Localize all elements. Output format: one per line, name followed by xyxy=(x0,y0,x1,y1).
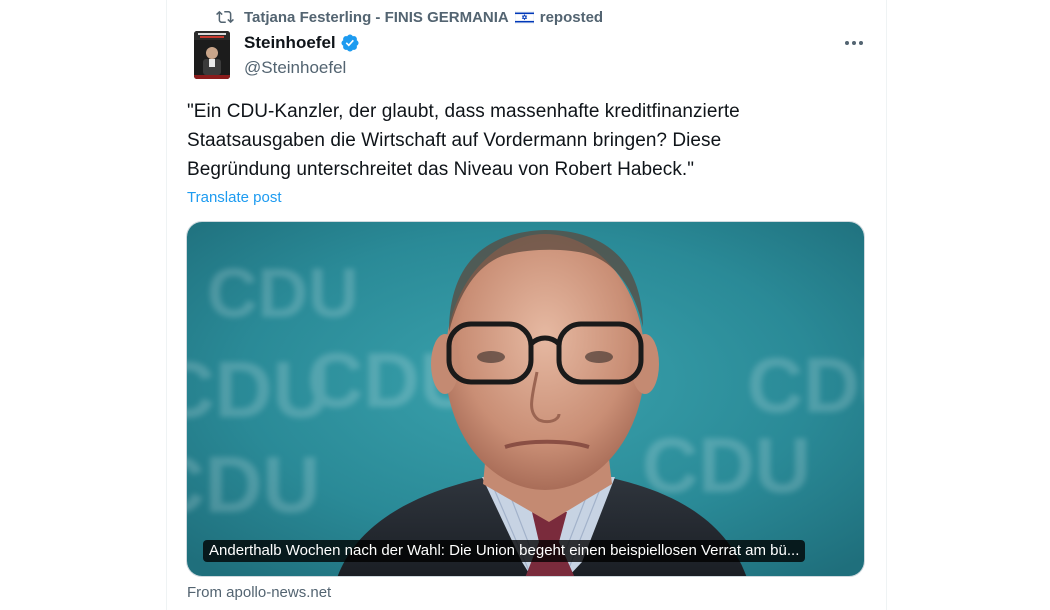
translate-post-link[interactable]: Translate post xyxy=(187,188,282,208)
reposter-name[interactable]: Tatjana Festerling - FINIS GERMANIA xyxy=(244,9,509,26)
verified-badge-icon[interactable] xyxy=(340,33,360,53)
avatar[interactable] xyxy=(194,31,230,79)
repost-label: reposted xyxy=(539,8,604,26)
repost-header[interactable]: Tatjana Festerling - FINIS GERMANIA repo… xyxy=(216,8,603,26)
israel-flag-icon xyxy=(514,10,534,24)
repost-icon xyxy=(216,10,234,24)
backdrop-text-1: CDU xyxy=(207,254,359,332)
more-options-button[interactable] xyxy=(836,30,872,56)
link-card-image[interactable]: CDU CDU CDU CDU CDU CDU xyxy=(186,221,865,577)
link-card-source[interactable]: From apollo-news.net xyxy=(187,583,331,603)
backdrop-text-6: CDU xyxy=(187,440,320,529)
page: Tatjana Festerling - FINIS GERMANIA repo… xyxy=(0,0,1050,610)
backdrop-text-5: CDU xyxy=(747,341,865,429)
author-display-name[interactable]: Steinhoefel xyxy=(244,33,336,53)
post-text: "Ein CDU-Kanzler, der glaubt, dass masse… xyxy=(187,101,740,180)
avatar-image xyxy=(194,31,230,79)
backdrop-text-4: CDU xyxy=(642,421,811,509)
politician-photo: CDU CDU CDU CDU CDU CDU xyxy=(187,222,865,576)
author-handle[interactable]: @Steinhoefel xyxy=(244,58,346,78)
author-name[interactable]: Steinhoefel xyxy=(244,33,360,53)
link-card-title[interactable]: Anderthalb Wochen nach der Wahl: Die Uni… xyxy=(203,540,806,562)
more-dots-icon xyxy=(845,41,863,45)
